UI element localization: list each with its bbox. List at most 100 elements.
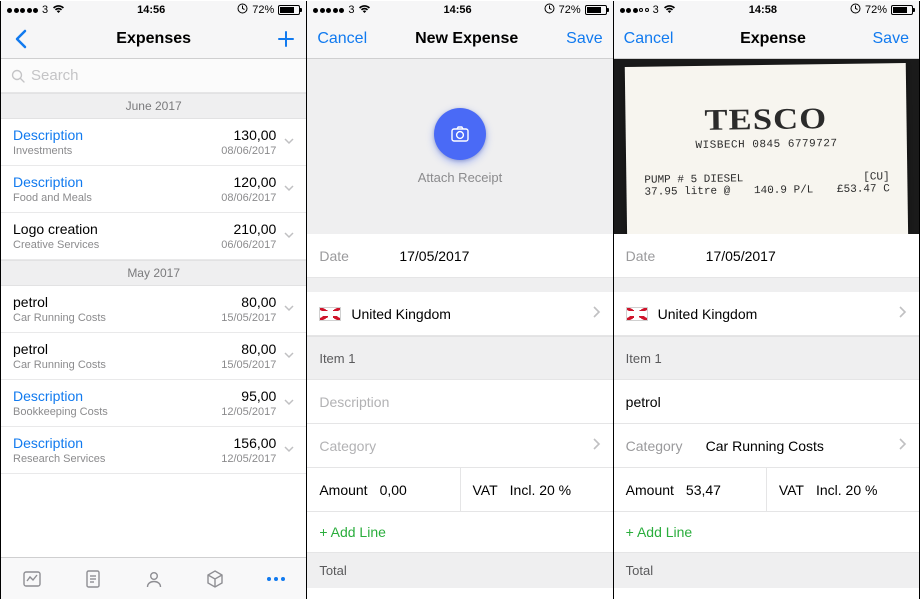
expense-row[interactable]: Description Bookkeeping Costs 95,00 12/0… bbox=[1, 380, 306, 427]
amount-input[interactable]: Amount 53,47 bbox=[614, 468, 767, 512]
chevron-down-icon bbox=[282, 301, 296, 318]
description-placeholder: Description bbox=[319, 394, 389, 410]
country-value: United Kingdom bbox=[658, 306, 897, 322]
receipt-store: TESCO bbox=[704, 102, 827, 138]
cancel-button[interactable]: Cancel bbox=[624, 30, 674, 48]
amount-label: Amount bbox=[319, 482, 367, 498]
expense-row[interactable]: Description Investments 130,00 08/06/201… bbox=[1, 119, 306, 166]
attach-receipt-button[interactable] bbox=[434, 108, 486, 160]
category-value: Car Running Costs bbox=[706, 438, 897, 454]
category-label: Category bbox=[626, 438, 706, 454]
category-row[interactable]: Category bbox=[307, 424, 612, 468]
add-button[interactable] bbox=[276, 29, 296, 49]
status-bar: 3 14:56 72% bbox=[1, 1, 306, 19]
amount-vat-row: Amount 0,00 VAT Incl. 20 % bbox=[307, 468, 612, 512]
search-icon bbox=[11, 69, 25, 83]
description-input[interactable]: petrol bbox=[614, 380, 919, 424]
tab-contacts-icon[interactable] bbox=[143, 568, 165, 590]
expense-amount: 210,00 bbox=[221, 221, 276, 237]
carrier-label: 3 bbox=[42, 4, 48, 16]
country-row[interactable]: United Kingdom bbox=[614, 292, 919, 336]
expense-cat: Investments bbox=[13, 145, 221, 157]
cancel-button[interactable]: Cancel bbox=[317, 30, 367, 48]
chevron-right-icon bbox=[591, 437, 601, 454]
category-placeholder: Category bbox=[319, 438, 590, 454]
save-button[interactable]: Save bbox=[566, 30, 602, 48]
signal-icon bbox=[313, 8, 344, 13]
chevron-right-icon bbox=[897, 305, 907, 322]
receipt-image[interactable]: TESCO WISBECH 0845 6779727 PUMP # 5 DIES… bbox=[614, 59, 919, 234]
spacer bbox=[307, 278, 612, 292]
vat-label: VAT bbox=[779, 482, 804, 498]
total-row: Total bbox=[307, 553, 612, 588]
battery-icon bbox=[891, 5, 913, 15]
chevron-down-icon bbox=[282, 228, 296, 245]
status-bar: 3 14:58 72% bbox=[614, 1, 919, 19]
expense-row[interactable]: petrol Car Running Costs 80,00 15/05/201… bbox=[1, 286, 306, 333]
nav-title: New Expense bbox=[415, 30, 518, 48]
flag-uk-icon bbox=[626, 307, 648, 321]
clock: 14:56 bbox=[137, 4, 165, 16]
vat-select[interactable]: VAT Incl. 20 % bbox=[767, 468, 919, 512]
amount-input[interactable]: Amount 0,00 bbox=[307, 468, 460, 512]
back-button[interactable] bbox=[11, 29, 31, 49]
country-value: United Kingdom bbox=[351, 306, 590, 322]
flag-uk-icon bbox=[319, 307, 341, 321]
expense-desc: Description bbox=[13, 435, 221, 451]
expense-amount: 80,00 bbox=[221, 294, 276, 310]
add-line-button[interactable]: + Add Line bbox=[307, 512, 612, 553]
description-input[interactable]: Description bbox=[307, 380, 612, 424]
tab-dashboard-icon[interactable] bbox=[21, 568, 43, 590]
screen-expense-detail: 3 14:58 72% Cancel Expense Save TESCO WI… bbox=[614, 1, 920, 599]
total-row: Total bbox=[614, 553, 919, 588]
expense-amount: 120,00 bbox=[221, 174, 276, 190]
tab-products-icon[interactable] bbox=[204, 568, 226, 590]
date-label: Date bbox=[319, 248, 399, 264]
expense-amount: 130,00 bbox=[221, 127, 276, 143]
expense-row[interactable]: Logo creation Creative Services 210,00 0… bbox=[1, 213, 306, 260]
expense-amount: 80,00 bbox=[221, 341, 276, 357]
item-header-label: Item 1 bbox=[319, 351, 355, 366]
date-row[interactable]: Date 17/05/2017 bbox=[307, 234, 612, 278]
country-row[interactable]: United Kingdom bbox=[307, 292, 612, 336]
expense-date: 12/05/2017 bbox=[221, 406, 276, 418]
battery-icon bbox=[278, 5, 300, 15]
expense-desc: petrol bbox=[13, 341, 221, 357]
expense-row[interactable]: petrol Car Running Costs 80,00 15/05/201… bbox=[1, 333, 306, 380]
receipt-line: £53.47 C bbox=[837, 183, 890, 196]
date-row[interactable]: Date 17/05/2017 bbox=[614, 234, 919, 278]
nav-bar: Cancel New Expense Save bbox=[307, 19, 612, 59]
signal-icon bbox=[7, 8, 38, 13]
nav-bar: Expenses bbox=[1, 19, 306, 59]
wifi-icon bbox=[358, 4, 371, 17]
rotation-lock-icon bbox=[237, 3, 248, 17]
battery-pct: 72% bbox=[865, 4, 887, 16]
camera-icon bbox=[449, 123, 471, 145]
item-header: Item 1 bbox=[614, 336, 919, 380]
category-row[interactable]: Category Car Running Costs bbox=[614, 424, 919, 468]
search-input[interactable]: Search bbox=[1, 59, 306, 93]
add-line-button[interactable]: + Add Line bbox=[614, 512, 919, 553]
amount-value: 0,00 bbox=[380, 482, 407, 498]
rotation-lock-icon bbox=[850, 3, 861, 17]
signal-icon bbox=[620, 8, 649, 13]
tab-invoices-icon[interactable] bbox=[82, 568, 104, 590]
expense-row[interactable]: Description Research Services 156,00 12/… bbox=[1, 427, 306, 474]
section-header: June 2017 bbox=[1, 93, 306, 119]
screen-expenses: 3 14:56 72% Expenses bbox=[0, 1, 307, 599]
battery-icon bbox=[585, 5, 607, 15]
battery-pct: 72% bbox=[252, 4, 274, 16]
chevron-down-icon bbox=[282, 442, 296, 459]
save-button[interactable]: Save bbox=[873, 30, 909, 48]
expense-row[interactable]: Description Food and Meals 120,00 08/06/… bbox=[1, 166, 306, 213]
expense-list[interactable]: June 2017 Description Investments 130,00… bbox=[1, 93, 306, 599]
expense-date: 15/05/2017 bbox=[221, 312, 276, 324]
attach-receipt-label: Attach Receipt bbox=[418, 170, 503, 185]
tab-more-icon[interactable] bbox=[265, 568, 287, 590]
search-placeholder: Search bbox=[31, 67, 79, 84]
description-value: petrol bbox=[626, 394, 661, 410]
expense-cat: Bookkeeping Costs bbox=[13, 406, 221, 418]
vat-select[interactable]: VAT Incl. 20 % bbox=[461, 468, 613, 512]
date-value: 17/05/2017 bbox=[706, 248, 776, 264]
vat-label: VAT bbox=[473, 482, 498, 498]
